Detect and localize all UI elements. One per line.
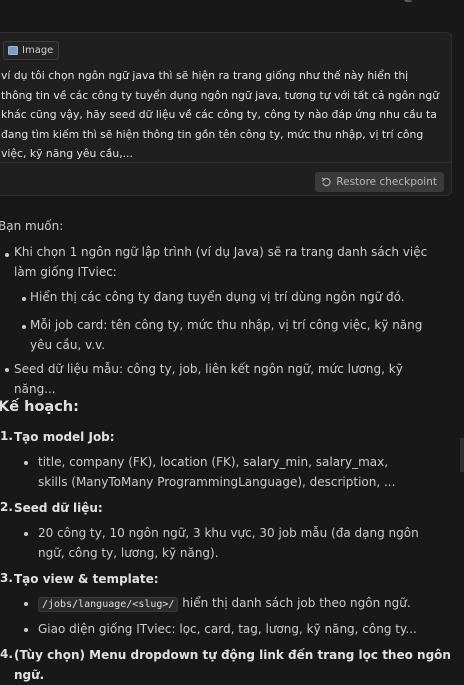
message-actions: ⧉ ⋯ xyxy=(404,0,442,4)
image-icon xyxy=(8,46,18,55)
bullet xyxy=(5,253,9,257)
plan-detail: Giao diện giống ITviec: lọc, card, tag, … xyxy=(38,622,417,636)
route-code: /jobs/language/<slug>/ xyxy=(38,597,179,612)
sub-bullet xyxy=(24,602,28,606)
restore-checkpoint-label: Restore checkpoint xyxy=(336,176,437,188)
plan-number: 2. xyxy=(0,500,13,514)
divider xyxy=(0,162,451,163)
want-item: Khi chọn 1 ngôn ngữ lập trình (ví dụ Jav… xyxy=(14,245,428,279)
plan-heading: Kế hoạch: xyxy=(0,399,79,415)
user-message-card: Image ví dụ tôi chọn ngôn ngữ java thì s… xyxy=(0,32,452,196)
plan-title: Seed dữ liệu: xyxy=(14,501,103,515)
scrollbar-thumb[interactable] xyxy=(460,438,464,472)
sub-bullet xyxy=(24,628,28,632)
copy-icon[interactable]: ⧉ xyxy=(404,0,416,4)
image-attachment-chip[interactable]: Image xyxy=(3,41,60,60)
image-attachment-label: Image xyxy=(22,45,54,56)
user-message-text: ví dụ tôi chọn ngôn ngữ java thì sẽ hiện… xyxy=(1,69,440,161)
reply-intro: Bạn muốn: xyxy=(0,219,64,233)
restore-icon xyxy=(321,177,331,187)
plan-detail: 20 công ty, 10 ngôn ngữ, 3 khu vực, 30 j… xyxy=(38,526,419,560)
bullet xyxy=(5,368,9,372)
sub-bullet xyxy=(24,532,28,536)
plan-title: Tạo model Job: xyxy=(14,430,115,444)
plan-title: (Tùy chọn) Menu dropdown tự động link đế… xyxy=(14,648,451,682)
plan-detail: /jobs/language/<slug>/ hiển thị danh sác… xyxy=(38,594,448,615)
plan-title: Tạo view & template: xyxy=(14,572,159,586)
plan-number: 3. xyxy=(0,571,13,585)
more-icon[interactable]: ⋯ xyxy=(430,0,442,4)
route-description: hiển thị danh sách job theo ngôn ngữ. xyxy=(182,596,411,610)
sub-bullet xyxy=(22,325,26,329)
want-subitem: Hiển thị các công ty đang tuyển dụng vị … xyxy=(30,290,405,304)
sub-bullet xyxy=(24,461,28,465)
want-subitem: Mỗi job card: tên công ty, mức thu nhập,… xyxy=(30,318,423,352)
plan-detail: title, company (FK), location (FK), sala… xyxy=(38,455,396,489)
plan-number: 4. xyxy=(0,647,13,661)
sub-bullet xyxy=(22,297,26,301)
plan-number: 1. xyxy=(0,429,13,443)
want-item: Seed dữ liệu mẫu: công ty, job, liên kết… xyxy=(14,362,403,396)
restore-checkpoint-button[interactable]: Restore checkpoint xyxy=(315,172,444,192)
